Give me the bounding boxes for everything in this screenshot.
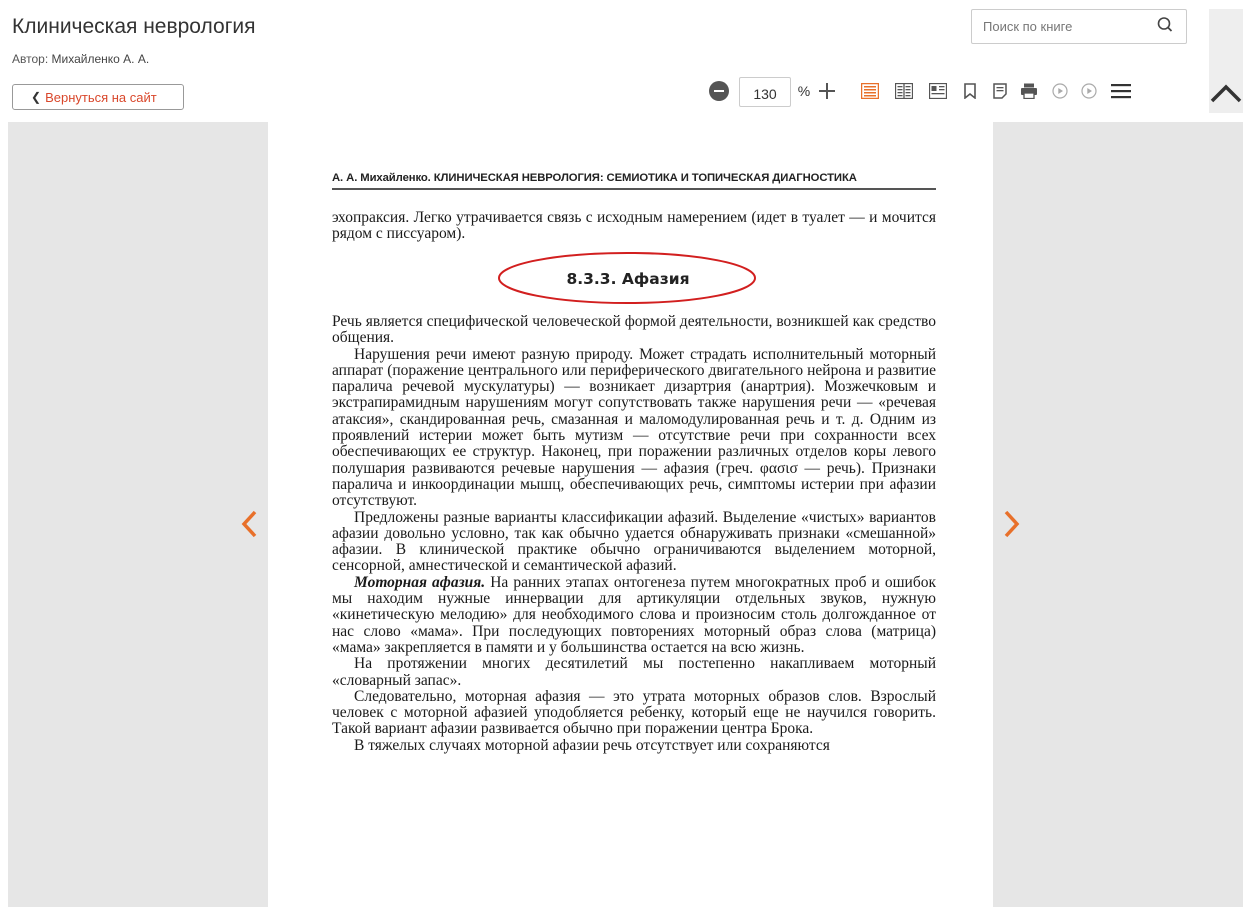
zoom-in-button[interactable]: [814, 77, 840, 105]
previous-page-button[interactable]: [235, 502, 263, 546]
zoom-unit: %: [797, 83, 811, 99]
search-input[interactable]: [972, 10, 1142, 43]
chevron-right-icon: [1004, 510, 1020, 538]
book-viewer: А. А. Михайленко. КЛИНИЧЕСКАЯ НЕВРОЛОГИЯ…: [8, 122, 1243, 907]
paragraph: Речь является специфической человеческой…: [332, 313, 936, 347]
chevron-left-icon: [241, 510, 257, 538]
notes-icon: [993, 83, 1007, 99]
chevron-up-icon: [1210, 84, 1242, 103]
play-button[interactable]: [1049, 77, 1071, 105]
book-title: Клиническая неврология: [12, 15, 256, 38]
bookmark-icon: [964, 83, 976, 99]
search-icon[interactable]: [1156, 16, 1174, 34]
play-icon: [1052, 83, 1068, 99]
paragraph: Нарушения речи имеют разную природу. Мож…: [332, 345, 936, 510]
paragraph: В тяжелых случаях моторной афазии речь о…: [354, 736, 830, 754]
scroll-to-top-button[interactable]: [1209, 9, 1243, 113]
header-rule: [332, 188, 936, 190]
menu-button[interactable]: [1108, 77, 1134, 105]
zoom-field[interactable]: [739, 77, 791, 107]
play-all-icon: [1081, 83, 1097, 99]
bookmark-button[interactable]: [959, 77, 981, 105]
print-icon: [1021, 83, 1037, 99]
zoom-input[interactable]: [740, 78, 790, 106]
book-search: [971, 9, 1187, 44]
text-view-icon: [929, 83, 947, 99]
notes-button[interactable]: [989, 77, 1011, 105]
paragraph: Следовательно, моторная афазия — это утр…: [332, 687, 936, 738]
text-view-button[interactable]: [925, 77, 951, 105]
zoom-in-icon: [819, 83, 835, 99]
next-page-button[interactable]: [998, 502, 1026, 546]
two-page-icon: [895, 83, 913, 99]
author-label: Автор:: [12, 52, 49, 66]
section-heading: 8.3.3. Афазия: [566, 270, 690, 288]
intro-text: эхопраксия. Легко утрачивается связь с и…: [332, 209, 936, 243]
back-to-site-button[interactable]: ❮ Вернуться на сайт: [12, 84, 184, 110]
chevron-left-icon: ❮: [31, 90, 42, 104]
body-text: Речь является специфической человеческой…: [332, 313, 936, 754]
single-page-icon: [861, 83, 879, 99]
paragraph: На протяжении многих десятилетий мы пост…: [332, 655, 936, 689]
menu-icon: [1111, 84, 1131, 99]
motor-aphasia-paragraph: Моторная афазия. На ранних этапах онтоге…: [332, 573, 936, 656]
motor-aphasia-term: Моторная афазия.: [354, 573, 486, 591]
zoom-out-button[interactable]: [706, 77, 732, 105]
intro-paragraph: эхопраксия. Легко утрачивается связь с и…: [332, 209, 936, 243]
book-page: А. А. Михайленко. КЛИНИЧЕСКАЯ НЕВРОЛОГИЯ…: [268, 122, 993, 907]
two-page-view-button[interactable]: [891, 77, 917, 105]
author-name: Михайленко А. А.: [51, 52, 150, 66]
author-line: Автор: Михайленко А. А.: [12, 52, 149, 66]
back-to-site-label: Вернуться на сайт: [45, 89, 157, 105]
play-all-button[interactable]: [1078, 77, 1100, 105]
running-head: А. А. Михайленко. КЛИНИЧЕСКАЯ НЕВРОЛОГИЯ…: [332, 172, 857, 184]
zoom-out-icon: [709, 81, 729, 101]
print-button[interactable]: [1017, 77, 1041, 105]
single-page-view-button[interactable]: [857, 77, 883, 105]
paragraph: Предложены разные варианты классификации…: [332, 508, 936, 575]
